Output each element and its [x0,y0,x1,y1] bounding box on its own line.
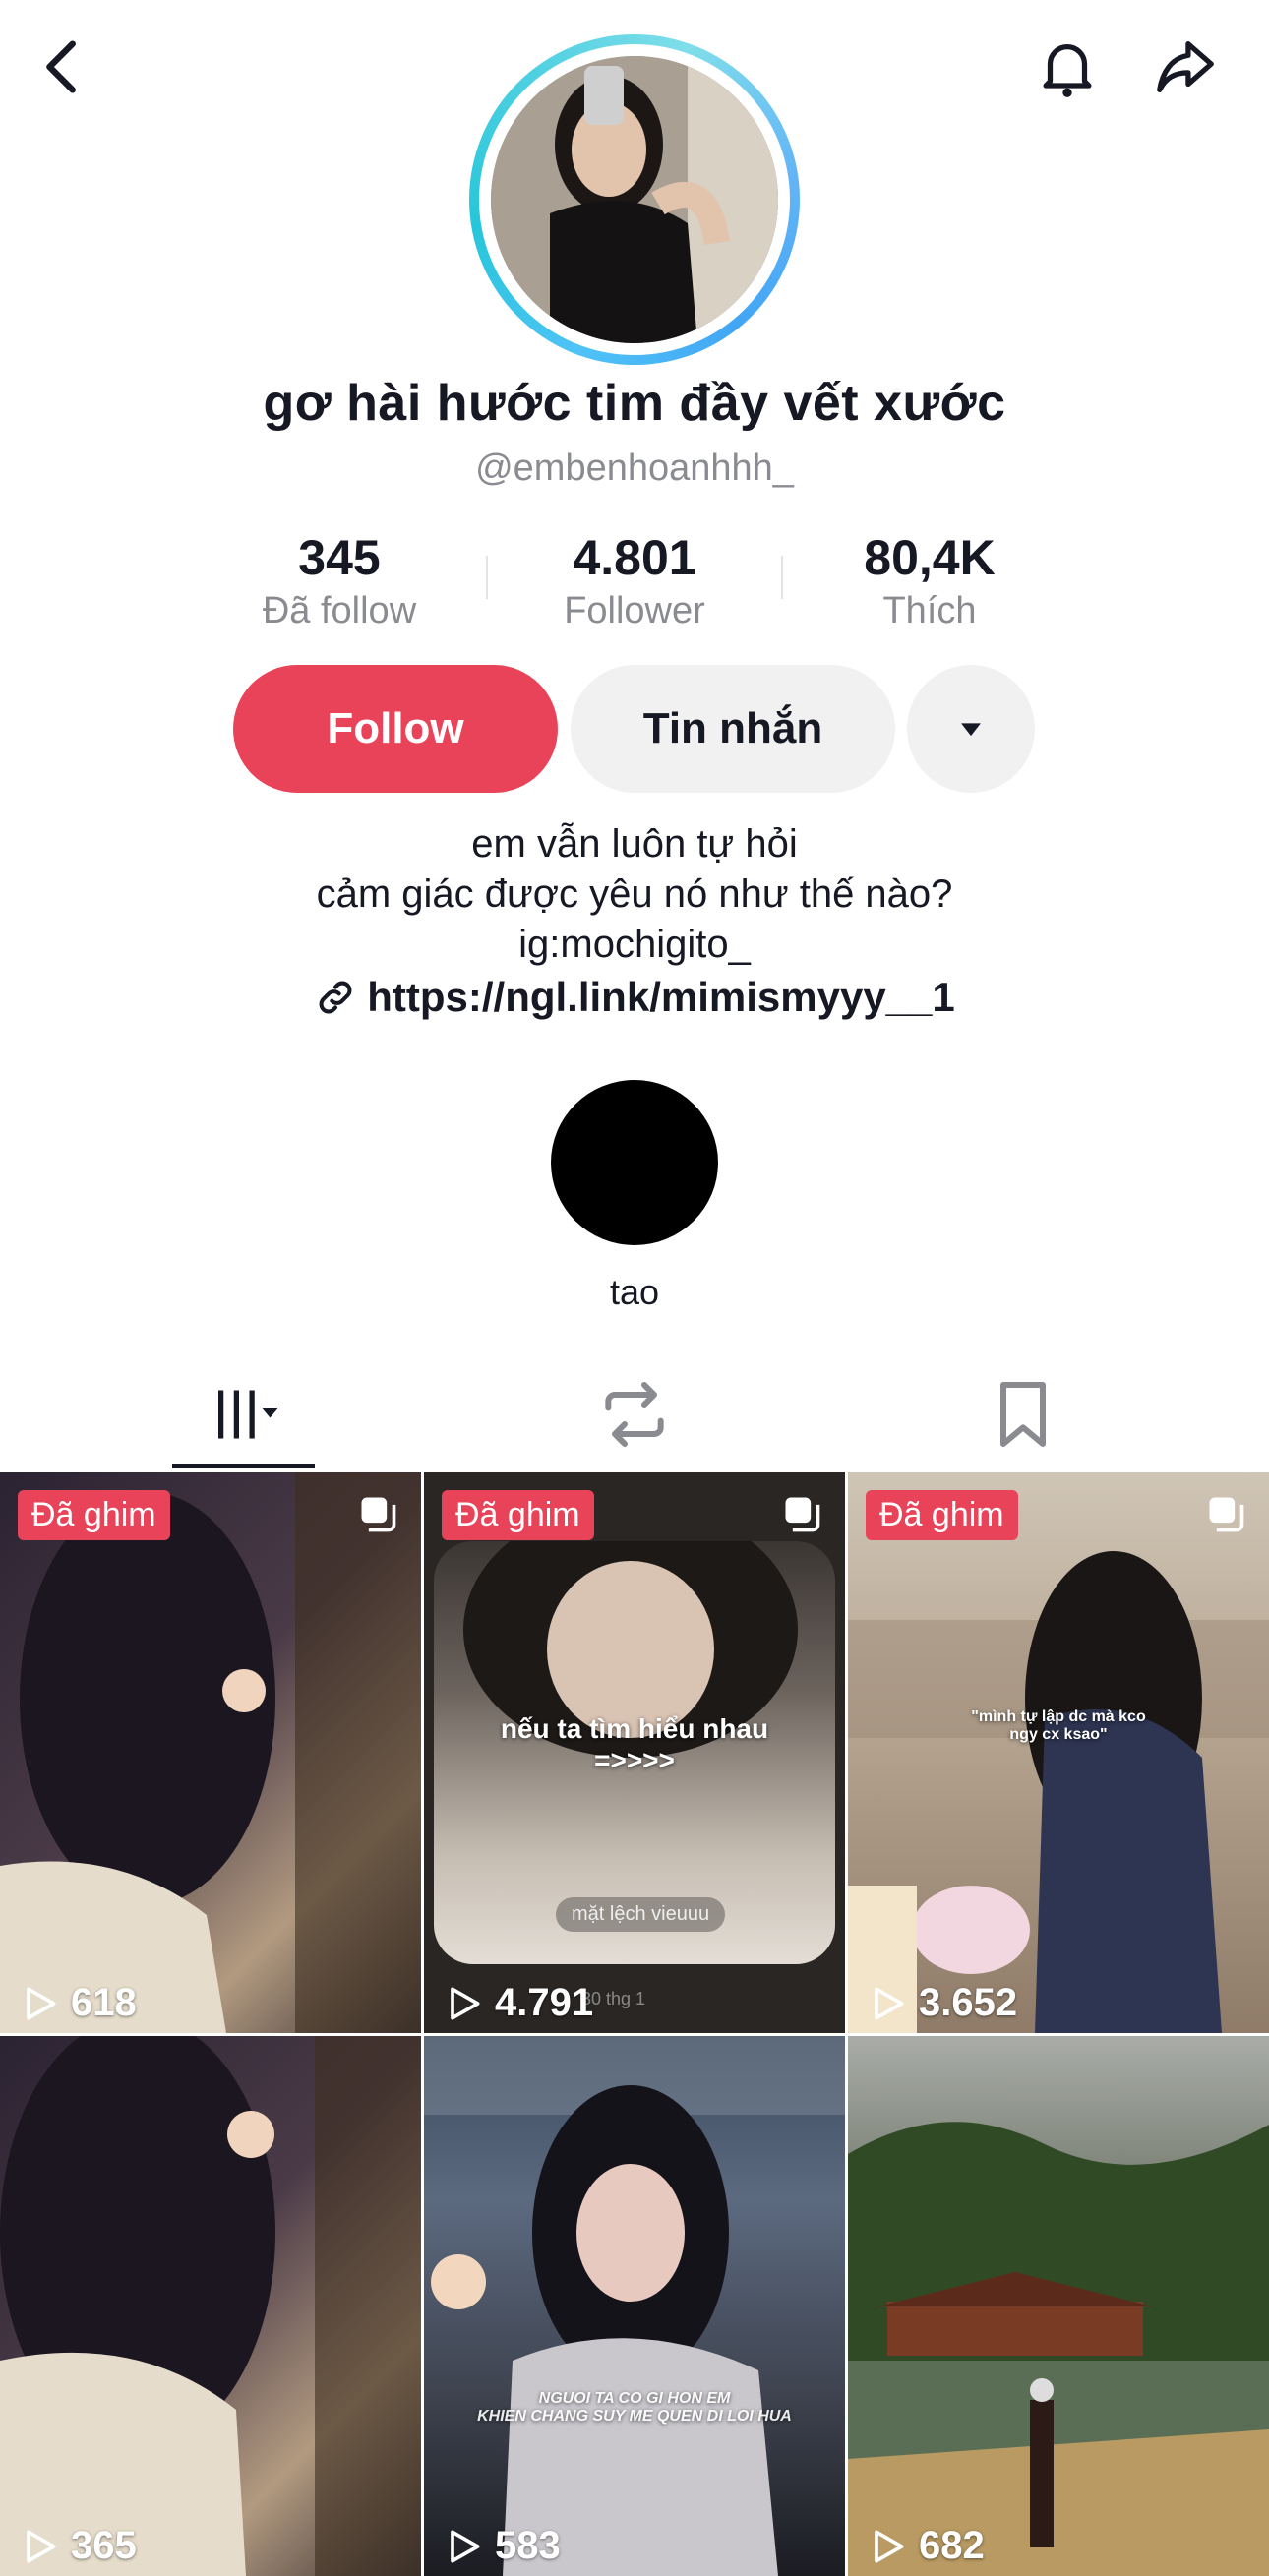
video-caption: "mình tự lập dc mà kco ngy cx ksao" [971,1708,1146,1743]
play-icon [451,1987,480,2019]
pinned-badge: Đã ghim [18,1490,170,1540]
view-count: 4.791 [442,1981,593,2025]
stat-following-value: 345 [298,530,381,585]
profile-name: gơ hài hước tim đầy vết xước [263,375,1006,432]
more-button[interactable] [907,665,1035,793]
view-count-text: 3.652 [919,1981,1018,2024]
view-count: 618 [18,1981,137,2025]
stat-followers-label: Follower [564,590,705,631]
video-subtitle: mặt lệch vieuuu [556,1897,726,1932]
bio-link[interactable]: https://ngl.link/mimismyyy__1 [0,974,1269,1021]
bookmark-icon [1000,1382,1046,1447]
play-icon [451,2530,480,2562]
message-button[interactable]: Tin nhắn [571,665,895,793]
video-caption: nếu ta tìm hiểu nhau =>>>> [500,1713,769,1775]
repost-icon [605,1382,664,1447]
play-icon [875,1987,904,2019]
video-thumbnail[interactable]: Đã ghim 618 [0,1472,421,2033]
back-button[interactable] [25,28,103,106]
stat-likes-value: 80,4K [864,530,996,585]
stat-likes-label: Thích [882,590,977,631]
carousel-icon [1209,1497,1244,1532]
video-thumbnail[interactable]: nếu ta tìm hiểu nhau =>>>> mặt lệch vieu… [424,1472,845,2033]
profile-handle: @embenhoanhhh_ [475,448,794,489]
bio-link-text: https://ngl.link/mimismyyy__1 [367,974,955,1020]
bio-line: cảm giác được yêu nó như thế nào? [316,872,953,916]
highlight-label: tao [609,1272,660,1312]
pinned-badge: Đã ghim [442,1490,594,1540]
view-count: 3.652 [866,1981,1017,2025]
view-count: 365 [18,2524,137,2568]
link-icon [319,981,352,1014]
share-icon [1157,41,1214,92]
bio-line: em vẫn luôn tự hỏi [471,822,798,866]
tab-reposts[interactable] [423,1365,846,1464]
video-thumbnail[interactable]: 682 [848,2036,1269,2576]
caret-down-icon [961,723,981,737]
stat-following-label: Đã follow [262,590,417,631]
tab-active-indicator [172,1464,315,1468]
stat-followers-value: 4.801 [573,530,696,585]
play-icon [27,1987,56,2019]
video-thumbnail[interactable]: "mình tự lập dc mà kco ngy cx ksao" Đã g… [848,1472,1269,2033]
bio-line: ig:mochigito_ [518,923,751,966]
view-count-text: 583 [495,2524,561,2567]
chevron-left-icon [46,40,76,93]
play-icon [875,2530,904,2562]
notification-button[interactable] [1028,28,1107,106]
highlight-cover[interactable] [551,1080,718,1245]
view-count: 682 [866,2524,985,2568]
carousel-icon [785,1497,820,1532]
tab-videos[interactable] [34,1365,457,1464]
avatar[interactable] [469,34,800,365]
view-count-text: 4.791 [495,1981,594,2024]
view-count-text: 618 [71,1981,137,2024]
tab-saved[interactable] [812,1365,1235,1464]
view-count-text: 365 [71,2524,137,2567]
stat-following[interactable]: 345 Đã follow [192,529,487,632]
avatar-photo [491,56,778,343]
video-thumbnail[interactable]: NGUOI TA CO GI HON EM KHIEN CHANG SUY ME… [424,2036,845,2576]
stat-followers[interactable]: 4.801 Follower [487,529,782,632]
pinned-badge: Đã ghim [866,1490,1018,1540]
carousel-icon [361,1497,396,1532]
view-count-text: 682 [919,2524,985,2567]
video-caption: NGUOI TA CO GI HON EM KHIEN CHANG SUY ME… [477,2390,792,2425]
grid-icon [218,1390,279,1439]
share-button[interactable] [1146,28,1225,106]
view-count: 583 [442,2524,561,2568]
stat-likes[interactable]: 80,4K Thích [782,529,1077,632]
bell-icon [1043,43,1092,97]
follow-button[interactable]: Follow [233,665,558,793]
play-icon [27,2530,56,2562]
video-thumbnail[interactable]: 365 [0,2036,421,2576]
